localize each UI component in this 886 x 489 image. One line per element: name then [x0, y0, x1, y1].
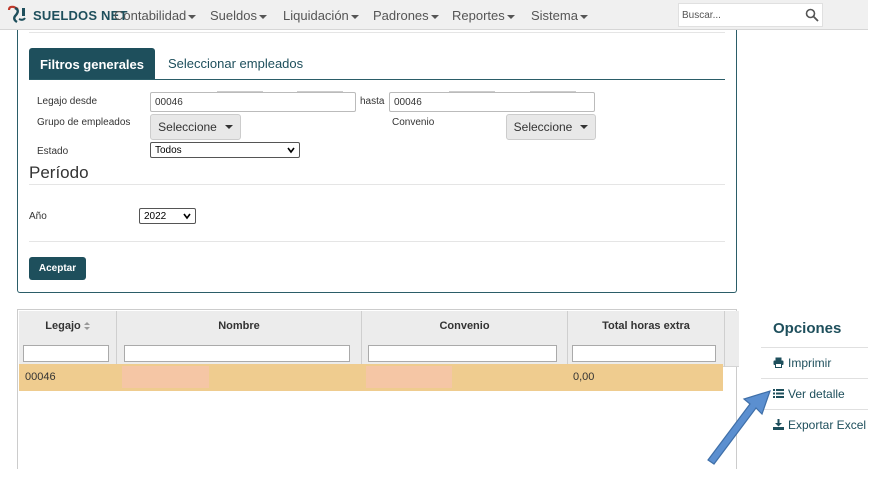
hasta-label: hasta: [360, 96, 385, 107]
convenio-select-button[interactable]: Seleccione: [506, 114, 596, 140]
chevron-down-icon: [183, 213, 191, 220]
filter-input-convenio[interactable]: [368, 345, 557, 362]
anio-label: Año: [29, 211, 47, 222]
anio-value: 2022: [144, 210, 167, 222]
nav-label: Sueldos: [210, 8, 257, 23]
caret-down-icon: [430, 14, 439, 19]
grupo-select-button[interactable]: Seleccione: [150, 114, 241, 140]
divider: [29, 184, 725, 185]
nav-sistema[interactable]: Sistema: [531, 8, 588, 23]
sort-icon: [83, 322, 90, 331]
nav-label: Liquidación: [283, 8, 349, 23]
results-grid: Legajo Nombre Convenio Total horas extra…: [17, 309, 739, 469]
redacted-nombre: [122, 366, 209, 388]
options-panel: Opciones Imprimir Ver detalle Exportar E…: [761, 309, 868, 441]
app-window: SUELDOS NET Contabilidad Sueldos Liquida…: [0, 0, 886, 489]
divider: [217, 91, 263, 92]
tabs-underline: [29, 79, 725, 80]
app-logo[interactable]: SUELDOS NET: [6, 4, 128, 26]
top-navbar: SUELDOS NET Contabilidad Sueldos Liquida…: [0, 0, 868, 30]
grupo-select-label: Seleccione: [158, 120, 217, 134]
divider: [297, 91, 343, 92]
nav-label: Contabilidad: [114, 8, 187, 23]
divider: [29, 32, 725, 33]
chevron-down-icon: [287, 147, 295, 154]
option-label: Imprimir: [788, 355, 832, 370]
redacted-convenio: [366, 366, 452, 388]
option-label: Ver detalle: [788, 386, 845, 401]
caret-down-icon: [506, 14, 515, 19]
download-icon: [773, 419, 784, 430]
list-icon: [773, 389, 784, 398]
tab-filtros-generales[interactable]: Filtros generales: [29, 48, 155, 80]
tab-seleccionar-empleados[interactable]: Seleccionar empleados: [168, 56, 303, 71]
periodo-title: Período: [29, 163, 89, 182]
nav-padrones[interactable]: Padrones: [373, 8, 439, 23]
caret-down-icon: [188, 14, 197, 19]
nav-reportes[interactable]: Reportes: [452, 8, 515, 23]
legajo-desde-input[interactable]: 00046: [150, 91, 356, 112]
legajo-hasta-input[interactable]: 00046: [389, 91, 595, 112]
nav-label: Reportes: [452, 8, 505, 23]
estado-label: Estado: [37, 146, 69, 157]
nav-label: Padrones: [373, 8, 429, 23]
convenio-label: Convenio: [392, 117, 435, 128]
grupo-empleados-label: Grupo de empleados: [37, 117, 131, 128]
nav-label: Sistema: [531, 8, 578, 23]
caret-down-icon: [580, 125, 589, 129]
legajo-desde-label: Legajo desde: [37, 96, 98, 107]
column-header-total-horas[interactable]: Total horas extra: [568, 320, 724, 332]
search-box: [678, 3, 823, 27]
caret-down-icon: [258, 14, 267, 19]
column-header-convenio[interactable]: Convenio: [362, 320, 567, 332]
nav-sueldos[interactable]: Sueldos: [210, 8, 267, 23]
divider: [449, 91, 495, 92]
divider: [724, 311, 725, 367]
table-row[interactable]: 00046 0,00: [19, 364, 723, 391]
caret-down-icon: [350, 14, 359, 19]
filter-input-legajo[interactable]: [23, 345, 109, 362]
estado-select[interactable]: Todos: [150, 142, 300, 158]
anio-select[interactable]: 2022: [139, 208, 196, 224]
cell-total-horas: 0,00: [573, 371, 595, 383]
estado-value: Todos: [155, 144, 182, 156]
option-exportar-excel[interactable]: Exportar Excel: [761, 409, 868, 439]
logo-icon: [7, 5, 26, 24]
column-header-legajo[interactable]: Legajo: [19, 320, 116, 332]
options-title: Opciones: [773, 320, 842, 337]
option-ver-detalle[interactable]: Ver detalle: [761, 378, 868, 408]
search-input[interactable]: [682, 6, 800, 24]
filter-input-total-horas[interactable]: [572, 345, 716, 362]
divider: [29, 241, 725, 242]
caret-down-icon: [224, 125, 233, 129]
filter-input-nombre[interactable]: [124, 345, 350, 362]
legajo-hasta-value: 00046: [394, 97, 422, 108]
divider: [530, 91, 576, 92]
column-header-label: Legajo: [45, 320, 81, 332]
nav-liquidacion[interactable]: Liquidación: [283, 8, 359, 23]
accept-button[interactable]: Aceptar: [29, 257, 86, 280]
annotation-arrow-icon: [707, 390, 771, 465]
nav-contabilidad[interactable]: Contabilidad: [114, 8, 197, 23]
cell-legajo: 00046: [25, 371, 56, 383]
option-label: Exportar Excel: [788, 417, 867, 432]
grid-header: Legajo Nombre Convenio Total horas extra: [19, 311, 739, 367]
legajo-desde-value: 00046: [155, 97, 183, 108]
search-icon[interactable]: [805, 8, 819, 22]
column-header-nombre[interactable]: Nombre: [117, 320, 361, 332]
option-imprimir[interactable]: Imprimir: [761, 347, 868, 377]
print-icon: [773, 357, 784, 368]
caret-down-icon: [579, 14, 588, 19]
convenio-select-label: Seleccione: [513, 120, 573, 134]
